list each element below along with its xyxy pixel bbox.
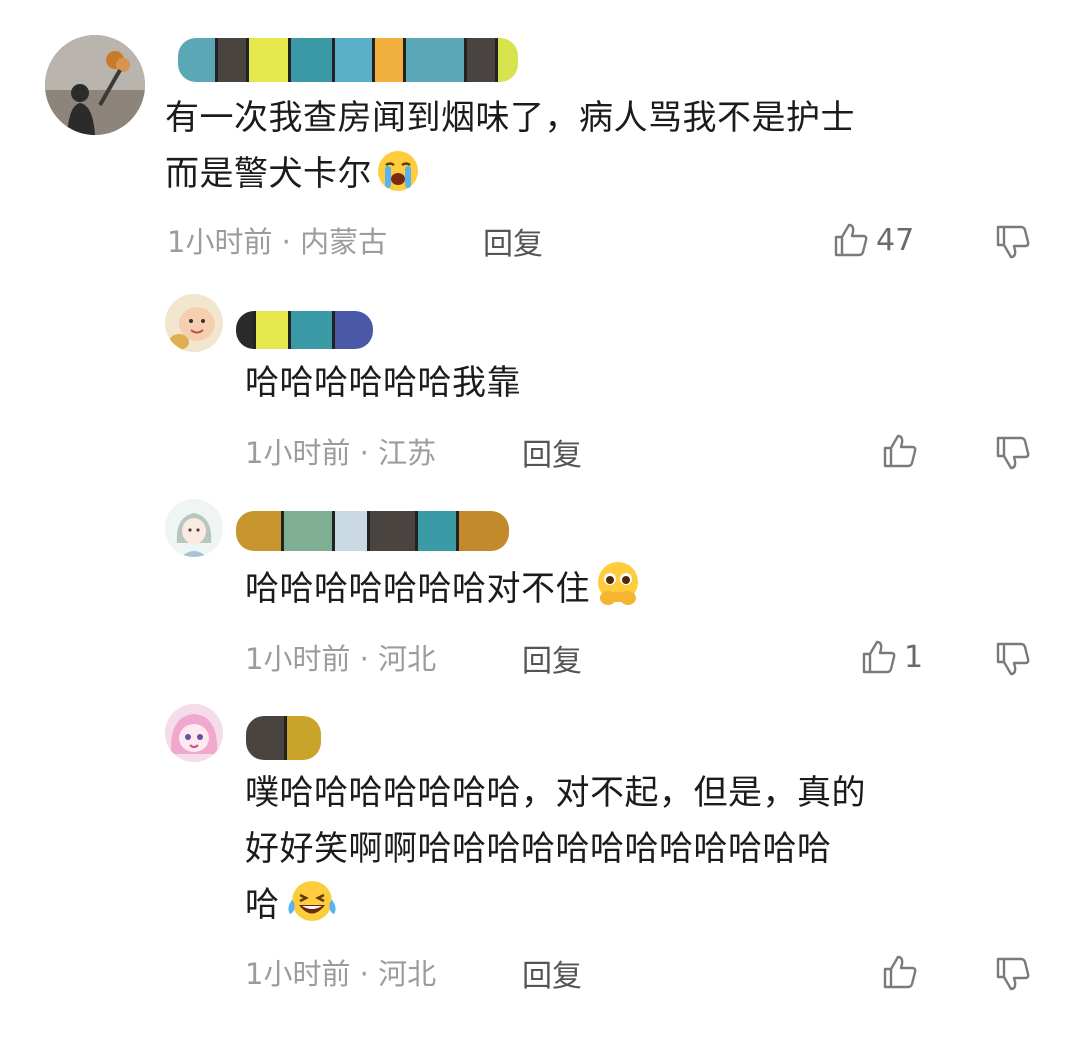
laughing-tears-face-icon [284, 878, 340, 941]
like-button[interactable] [881, 953, 925, 991]
comment-line: 而是警犬卡尔 [165, 146, 1045, 210]
redacted-username[interactable] [178, 38, 518, 82]
comment-text: 噗哈哈哈哈哈哈哈，对不起，但是，真的 好好笑啊啊哈哈哈哈哈哈哈哈哈哈哈哈 哈 [245, 765, 1045, 941]
redacted-username[interactable] [246, 716, 321, 760]
comment-time: 1小时前 [245, 436, 351, 470]
comment-line: 好好笑啊啊哈哈哈哈哈哈哈哈哈哈哈哈 [245, 829, 832, 869]
avatar[interactable] [165, 704, 223, 762]
meta-separator: · [281, 225, 291, 259]
hand-over-mouth-pleading-face-icon [594, 560, 642, 625]
avatar[interactable] [165, 294, 223, 352]
comment-text: 哈哈哈哈哈哈我靠 [245, 355, 1035, 411]
thumbs-up-icon [834, 223, 868, 257]
like-button[interactable]: 47 [832, 221, 914, 259]
comment-time: 1小时前 [167, 225, 273, 259]
dislike-button[interactable] [994, 640, 1032, 682]
comment-time: 1小时前 [245, 642, 351, 676]
dislike-button[interactable] [994, 434, 1032, 476]
comment-text: 有一次我查房闻到烟味了，病人骂我不是护士 而是警犬卡尔 [165, 90, 1045, 210]
reply-button[interactable]: 回复 [522, 636, 582, 680]
thumbs-up-icon [862, 640, 896, 674]
comment-line: 哈哈哈哈哈哈哈对不住 [245, 560, 1035, 625]
comment-location: 河北 [378, 642, 437, 676]
thumbs-down-icon [996, 225, 1030, 259]
reply-button[interactable]: 回复 [522, 430, 582, 474]
thumbs-up-icon [883, 955, 917, 989]
thumbs-down-icon [996, 436, 1030, 470]
dislike-button[interactable] [994, 955, 1032, 997]
comment-line: 有一次我查房闻到烟味了，病人骂我不是护士 [165, 98, 855, 138]
comment-location: 河北 [378, 957, 437, 991]
reply-button[interactable]: 回复 [522, 951, 582, 995]
redacted-username[interactable] [236, 311, 373, 349]
comment-meta: 1小时前 · 河北 [245, 951, 436, 993]
comment-location: 内蒙古 [300, 225, 388, 259]
dislike-button[interactable] [994, 223, 1032, 265]
meta-separator: · [359, 436, 369, 470]
avatar[interactable] [165, 499, 223, 557]
comment-meta: 1小时前 · 内蒙古 [167, 219, 387, 261]
loudly-crying-face-icon [376, 149, 420, 210]
like-count: 1 [904, 639, 924, 675]
thumbs-up-icon [883, 434, 917, 468]
comment-time: 1小时前 [245, 957, 351, 991]
avatar-photo-icon [165, 294, 223, 352]
avatar-anime-icon [165, 704, 223, 762]
thumbs-down-icon [996, 957, 1030, 991]
meta-separator: · [359, 642, 369, 676]
like-button[interactable]: 1 [860, 638, 923, 676]
comment-line: 哈哈哈哈哈哈我靠 [245, 363, 521, 403]
reply-button[interactable]: 回复 [483, 219, 543, 263]
avatar[interactable] [45, 35, 145, 135]
comment-line: 噗哈哈哈哈哈哈哈，对不起，但是，真的 [245, 773, 866, 813]
like-button[interactable] [881, 432, 925, 470]
redacted-username[interactable] [236, 511, 509, 551]
thumbs-down-icon [996, 642, 1030, 676]
avatar-illustration-icon [165, 499, 223, 557]
comment-line: 哈 [245, 877, 1045, 941]
avatar-photo-icon [45, 35, 145, 135]
like-count: 47 [876, 222, 915, 258]
comment-meta: 1小时前 · 江苏 [245, 430, 436, 472]
comment-meta: 1小时前 · 河北 [245, 636, 436, 678]
comment-location: 江苏 [378, 436, 437, 470]
meta-separator: · [359, 957, 369, 991]
comment-text: 哈哈哈哈哈哈哈对不住 [245, 560, 1035, 625]
